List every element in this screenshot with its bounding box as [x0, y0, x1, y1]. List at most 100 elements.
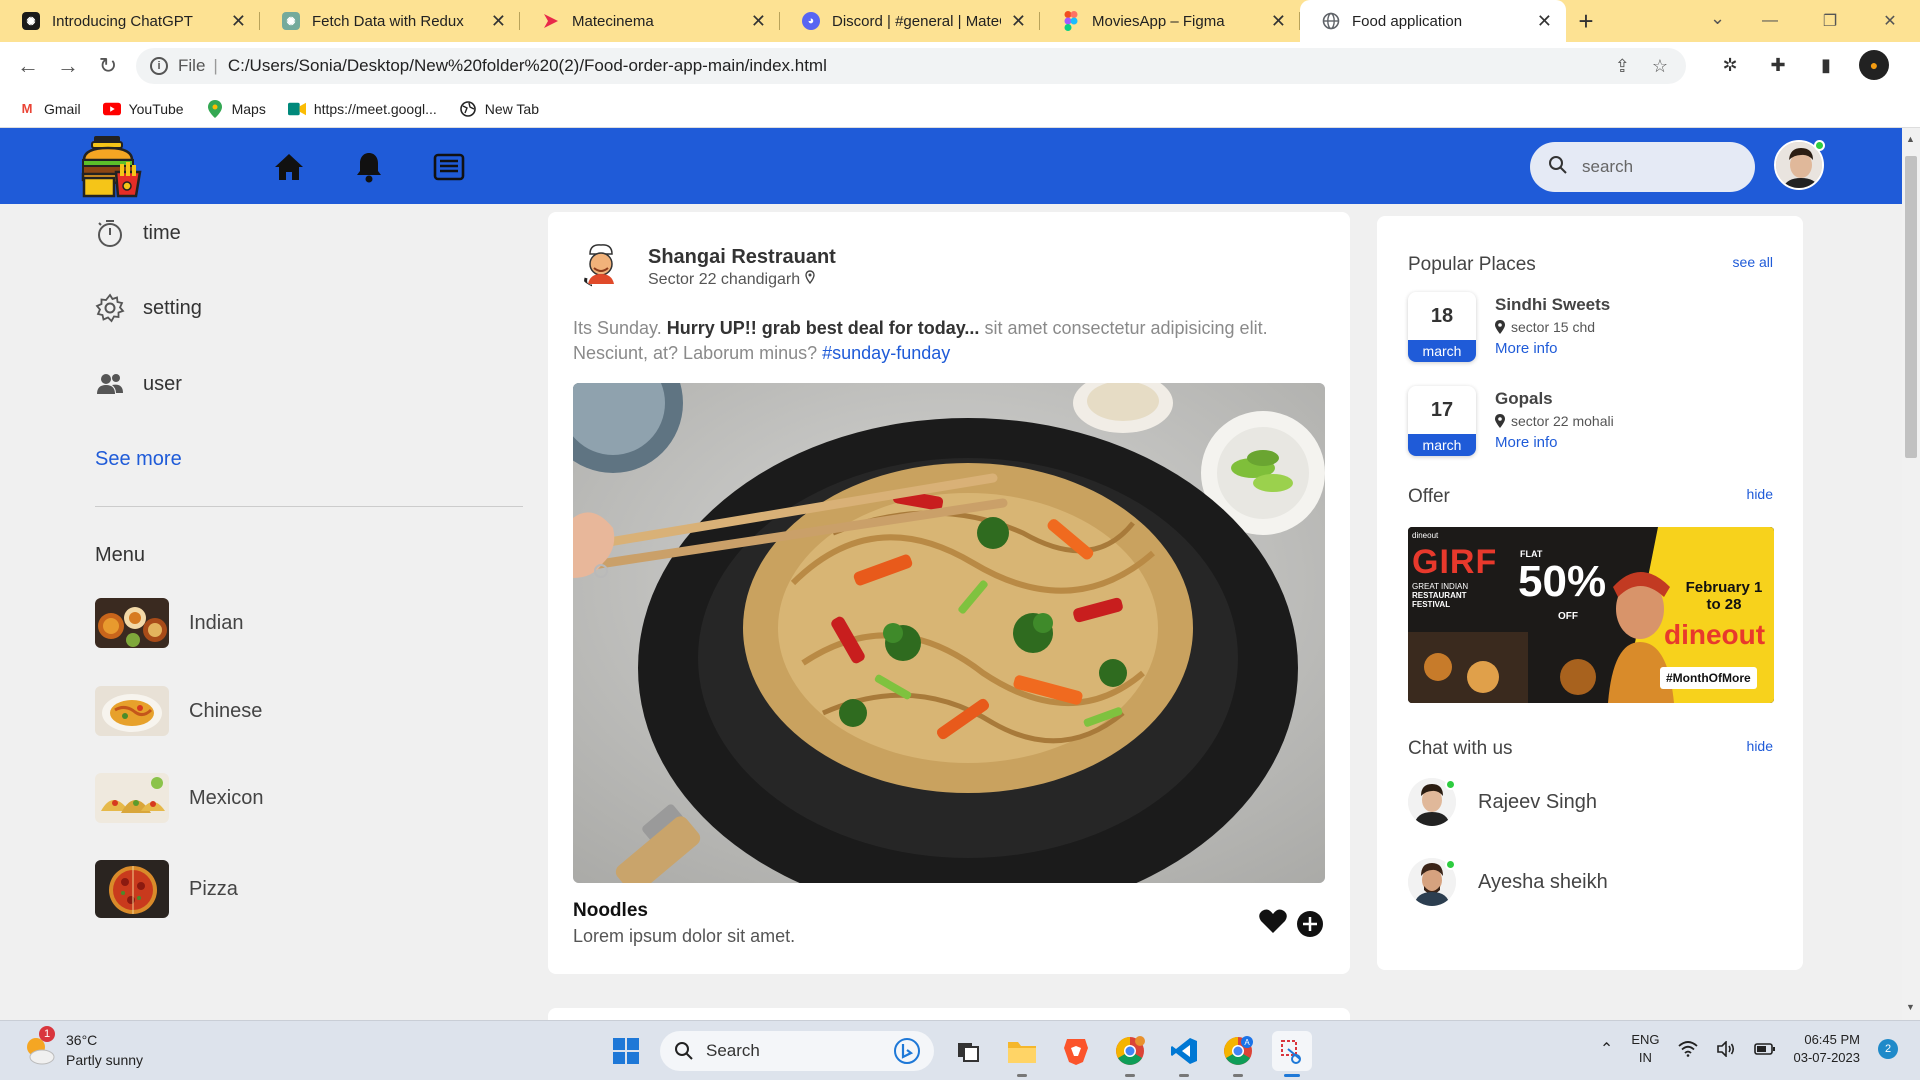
dish-description: Lorem ipsum dolor sit amet. [573, 926, 796, 946]
weather-widget[interactable]: 1 36°C Partly sunny [22, 1026, 143, 1070]
bookmark-gmail[interactable]: M Gmail [18, 101, 81, 117]
close-window-icon[interactable]: ✕ [1860, 0, 1920, 42]
scroll-down-icon[interactable]: ▼ [1906, 1002, 1915, 1012]
menu-item-pizza[interactable]: Pizza [95, 860, 238, 918]
hashtag-link[interactable]: #sunday-funday [822, 343, 950, 363]
volume-icon[interactable] [1716, 1041, 1736, 1057]
reload-icon[interactable]: ↻ [88, 46, 128, 86]
logo-icon[interactable] [78, 134, 144, 198]
puzzle-icon[interactable]: ✚ [1763, 50, 1793, 80]
language-indicator[interactable]: ENG IN [1631, 1031, 1659, 1067]
news-icon[interactable] [432, 150, 466, 184]
add-icon[interactable] [1296, 910, 1324, 938]
brave-browser-icon[interactable] [1056, 1031, 1096, 1071]
menu-item-indian[interactable]: Indian [95, 598, 244, 648]
bell-icon[interactable] [352, 150, 386, 184]
close-icon[interactable]: ✕ [231, 11, 246, 32]
place-name[interactable]: Gopals [1495, 389, 1553, 409]
bug-icon[interactable]: ✲ [1715, 50, 1745, 80]
restaurant-name[interactable]: Shangai Restrauant [648, 246, 836, 269]
omnibox-actions: ⇪ ☆ [1615, 56, 1668, 77]
scroll-thumb[interactable] [1905, 156, 1917, 458]
sidepanel-icon[interactable]: ▮ [1811, 50, 1841, 80]
search-box[interactable] [1530, 142, 1755, 192]
place-name[interactable]: Sindhi Sweets [1495, 295, 1610, 315]
task-view-icon[interactable] [948, 1031, 988, 1071]
more-info-link[interactable]: More info [1495, 340, 1558, 357]
offer-hide-link[interactable]: hide [1747, 486, 1773, 502]
taskbar-search[interactable]: Search [660, 1031, 934, 1071]
vscode-icon[interactable] [1164, 1031, 1204, 1077]
share-icon[interactable]: ⇪ [1615, 56, 1630, 77]
file-explorer-icon[interactable] [1002, 1031, 1042, 1077]
see-more-link[interactable]: See more [95, 448, 182, 471]
menu-item-chinese[interactable]: Chinese [95, 686, 262, 736]
page-scrollbar[interactable]: ▲ ▼ [1902, 128, 1920, 1020]
bookmark-newtab[interactable]: New Tab [459, 101, 539, 117]
menu-icon[interactable]: ⋮ [1907, 50, 1920, 80]
close-icon[interactable]: ✕ [751, 11, 766, 32]
chat-contact[interactable]: Ayesha sheikh [1408, 858, 1608, 906]
location-pin-icon [1495, 320, 1505, 334]
date-card: 18 march [1408, 292, 1476, 362]
minimize-icon[interactable]: — [1740, 0, 1800, 42]
close-icon[interactable]: ✕ [1537, 11, 1552, 32]
bookmark-maps[interactable]: Maps [206, 99, 266, 118]
back-icon[interactable]: ← [8, 46, 48, 86]
bookmark-meet[interactable]: https://meet.googl... [287, 101, 437, 117]
chevron-up-icon[interactable]: ⌃ [1600, 1039, 1613, 1059]
chevron-down-icon[interactable]: ⌄ [1710, 8, 1725, 29]
restaurant-logo[interactable] [576, 238, 626, 288]
chat-hide-link[interactable]: hide [1747, 738, 1773, 754]
browser-tab[interactable]: Matecinema ✕ [520, 0, 780, 42]
maximize-icon[interactable]: ❐ [1800, 0, 1860, 42]
close-icon[interactable]: ✕ [1271, 11, 1286, 32]
star-icon[interactable]: ☆ [1652, 56, 1668, 77]
windows-start-icon[interactable] [606, 1031, 646, 1071]
more-info-link[interactable]: More info [1495, 434, 1558, 451]
contact-name: Ayesha sheikh [1478, 870, 1608, 893]
notification-badge[interactable]: 2 [1878, 1039, 1898, 1059]
close-icon[interactable]: ✕ [1011, 11, 1026, 32]
new-tab-button[interactable]: + [1566, 0, 1606, 42]
address-bar[interactable]: i File | C:/Users/Sonia/Desktop/New%20fo… [136, 48, 1686, 84]
scroll-up-icon[interactable]: ▲ [1906, 134, 1915, 144]
place-location: sector 22 mohali [1495, 413, 1614, 429]
browser-tab[interactable]: ✺ Fetch Data with Redux ✕ [260, 0, 520, 42]
browser-tab[interactable]: ◕ Discord | #general | MateCi ✕ [780, 0, 1040, 42]
search-input[interactable] [1582, 157, 1732, 177]
stopwatch-icon [98, 220, 122, 247]
home-icon[interactable] [272, 150, 306, 184]
date-day: 18 [1430, 304, 1454, 327]
browser-tab[interactable]: ✺ Introducing ChatGPT ✕ [0, 0, 260, 42]
chat-contact[interactable]: Rajeev Singh [1408, 778, 1597, 826]
offer-banner[interactable]: dineout GIRF GREAT INDIAN RESTAURANT FES… [1408, 527, 1774, 703]
tab-title: Matecinema [572, 12, 654, 30]
clock[interactable]: 06:45 PM 03-07-2023 [1794, 1031, 1861, 1067]
banner-festival-line2: RESTAURANT [1412, 591, 1467, 600]
menu-item-mexicon[interactable]: Mexicon [95, 773, 263, 823]
browser-tab[interactable]: MoviesApp – Figma ✕ [1040, 0, 1300, 42]
forward-icon[interactable]: → [48, 46, 88, 86]
post-image-noodles [573, 383, 1325, 883]
battery-icon[interactable] [1753, 1042, 1776, 1056]
chrome-icon[interactable] [1110, 1031, 1150, 1077]
info-icon[interactable]: i [150, 57, 168, 75]
browser-tab-active[interactable]: Food application ✕ [1300, 0, 1566, 42]
bookmark-youtube[interactable]: YouTube [102, 101, 184, 117]
youtube-icon [102, 101, 121, 117]
meet-icon [287, 101, 306, 117]
date-card: 17 march [1408, 386, 1476, 456]
sidebar-item-user[interactable]: user [95, 369, 182, 399]
sidebar-item-setting[interactable]: setting [95, 293, 202, 323]
wifi-icon[interactable] [1677, 1041, 1698, 1057]
heart-icon[interactable] [1258, 906, 1288, 936]
snipping-tool-icon[interactable] [1272, 1031, 1312, 1077]
offer-title: Offer [1408, 486, 1450, 507]
sidebar-item-time[interactable]: time [95, 218, 181, 248]
dish-name: Noodles [573, 900, 648, 921]
profile-icon[interactable]: ● [1859, 50, 1889, 80]
chrome-profile-icon[interactable]: A [1218, 1031, 1258, 1077]
see-all-link[interactable]: see all [1733, 254, 1773, 270]
close-icon[interactable]: ✕ [491, 11, 506, 32]
